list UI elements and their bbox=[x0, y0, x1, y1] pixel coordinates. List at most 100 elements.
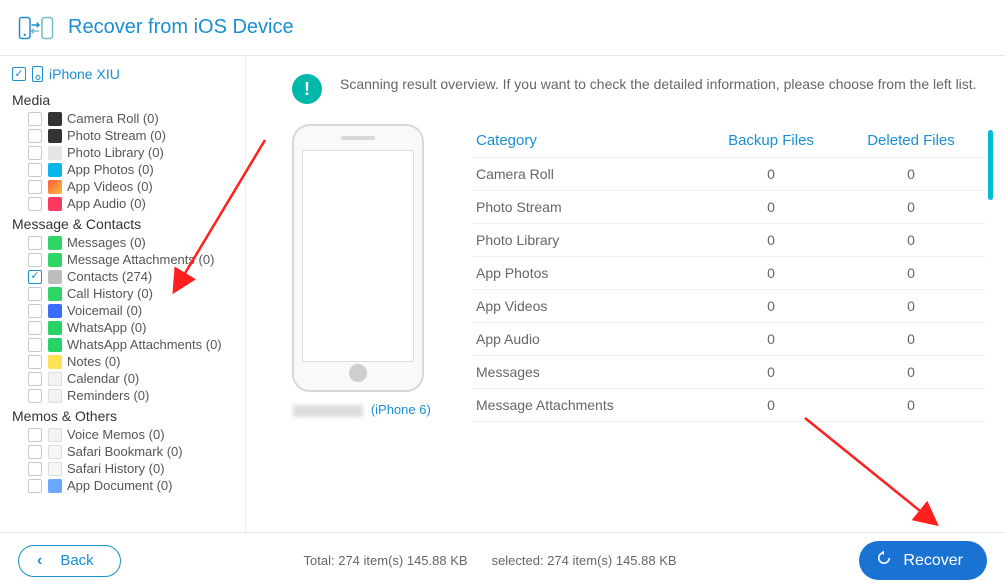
item-label: Notes (0) bbox=[67, 354, 120, 369]
item-checkbox[interactable] bbox=[28, 372, 42, 386]
refresh-icon bbox=[875, 549, 893, 572]
table-row[interactable]: Photo Stream00 bbox=[472, 191, 985, 224]
appaudio-icon bbox=[48, 197, 62, 211]
col-category: Category bbox=[476, 132, 701, 149]
item-checkbox[interactable] bbox=[28, 479, 42, 493]
sidebar-item-messages[interactable]: Messages (0) bbox=[12, 234, 239, 251]
cell: Photo Stream bbox=[476, 199, 701, 215]
shistory-icon bbox=[48, 462, 62, 476]
sidebar-item-voicemail[interactable]: Voicemail (0) bbox=[12, 302, 239, 319]
item-checkbox[interactable] bbox=[28, 338, 42, 352]
cell: App Videos bbox=[476, 298, 701, 314]
item-label: Voice Memos (0) bbox=[67, 427, 165, 442]
table-row[interactable]: App Photos00 bbox=[472, 257, 985, 290]
sidebar-item-appaudio[interactable]: App Audio (0) bbox=[12, 195, 239, 212]
appvideos-icon bbox=[48, 180, 62, 194]
phone-preview: (iPhone 6) bbox=[292, 124, 432, 422]
cell: 0 bbox=[701, 199, 841, 215]
appphotos-icon bbox=[48, 163, 62, 177]
table-row[interactable]: Message Attachments00 bbox=[472, 389, 985, 422]
item-label: Safari History (0) bbox=[67, 461, 165, 476]
appdoc-icon bbox=[48, 479, 62, 493]
item-checkbox[interactable] bbox=[28, 163, 42, 177]
sidebar-item-waattach[interactable]: WhatsApp Attachments (0) bbox=[12, 336, 239, 353]
overview-text: Scanning result overview. If you want to… bbox=[340, 74, 977, 95]
notes-icon bbox=[48, 355, 62, 369]
sidebar-item-callhist[interactable]: Call History (0) bbox=[12, 285, 239, 302]
sidebar-item-whatsapp[interactable]: WhatsApp (0) bbox=[12, 319, 239, 336]
sidebar-item-appdoc[interactable]: App Document (0) bbox=[12, 477, 239, 494]
cell: App Photos bbox=[476, 265, 701, 281]
item-checkbox[interactable] bbox=[28, 270, 42, 284]
sidebar-item-camera[interactable]: Camera Roll (0) bbox=[12, 110, 239, 127]
cell: 0 bbox=[841, 364, 981, 380]
whatsapp-icon bbox=[48, 321, 62, 335]
item-checkbox[interactable] bbox=[28, 112, 42, 126]
item-checkbox[interactable] bbox=[28, 129, 42, 143]
sidebar-item-reminders[interactable]: Reminders (0) bbox=[12, 387, 239, 404]
item-checkbox[interactable] bbox=[28, 304, 42, 318]
device-row[interactable]: iPhone XIU bbox=[12, 64, 239, 88]
sidebar: iPhone XIU MediaCamera Roll (0)Photo Str… bbox=[0, 56, 246, 532]
callhist-icon bbox=[48, 287, 62, 301]
sidebar-item-appvideos[interactable]: App Videos (0) bbox=[12, 178, 239, 195]
phone-label: (iPhone 6) bbox=[292, 402, 432, 417]
cell: 0 bbox=[841, 331, 981, 347]
photolib-icon bbox=[48, 146, 62, 160]
cell: 0 bbox=[841, 298, 981, 314]
item-checkbox[interactable] bbox=[28, 236, 42, 250]
back-button[interactable]: ‹ Back bbox=[18, 545, 121, 577]
table-row[interactable]: Messages00 bbox=[472, 356, 985, 389]
cell: Message Attachments bbox=[476, 397, 701, 413]
sbookmark-icon bbox=[48, 445, 62, 459]
item-checkbox[interactable] bbox=[28, 445, 42, 459]
cell: 0 bbox=[841, 166, 981, 182]
sidebar-item-sbookmark[interactable]: Safari Bookmark (0) bbox=[12, 443, 239, 460]
recover-button[interactable]: Recover bbox=[859, 541, 987, 580]
camera-icon bbox=[48, 112, 62, 126]
voicememos-icon bbox=[48, 428, 62, 442]
item-checkbox[interactable] bbox=[28, 355, 42, 369]
phone-icon bbox=[32, 66, 43, 82]
cell: 0 bbox=[841, 199, 981, 215]
category-table-wrap: Category Backup Files Deleted Files Came… bbox=[472, 124, 985, 422]
table-row[interactable]: App Videos00 bbox=[472, 290, 985, 323]
table-row[interactable]: Photo Library00 bbox=[472, 224, 985, 257]
table-row[interactable]: App Audio00 bbox=[472, 323, 985, 356]
item-checkbox[interactable] bbox=[28, 253, 42, 267]
device-checkbox[interactable] bbox=[12, 67, 26, 81]
recover-label: Recover bbox=[903, 552, 963, 570]
item-checkbox[interactable] bbox=[28, 462, 42, 476]
cell: 0 bbox=[841, 232, 981, 248]
item-label: Camera Roll (0) bbox=[67, 111, 159, 126]
item-checkbox[interactable] bbox=[28, 389, 42, 403]
item-checkbox[interactable] bbox=[28, 428, 42, 442]
sidebar-item-shistory[interactable]: Safari History (0) bbox=[12, 460, 239, 477]
item-checkbox[interactable] bbox=[28, 321, 42, 335]
main-area: iPhone XIU MediaCamera Roll (0)Photo Str… bbox=[0, 56, 1005, 532]
cell: Messages bbox=[476, 364, 701, 380]
item-checkbox[interactable] bbox=[28, 197, 42, 211]
table-row[interactable]: Camera Roll00 bbox=[472, 158, 985, 191]
item-label: Messages (0) bbox=[67, 235, 146, 250]
sidebar-item-photolib[interactable]: Photo Library (0) bbox=[12, 144, 239, 161]
sidebar-item-appphotos[interactable]: App Photos (0) bbox=[12, 161, 239, 178]
item-checkbox[interactable] bbox=[28, 146, 42, 160]
sidebar-item-calendar[interactable]: Calendar (0) bbox=[12, 370, 239, 387]
sidebar-item-msgattach[interactable]: Message Attachments (0) bbox=[12, 251, 239, 268]
item-checkbox[interactable] bbox=[28, 180, 42, 194]
scrollbar-thumb[interactable] bbox=[988, 130, 993, 200]
sidebar-item-notes[interactable]: Notes (0) bbox=[12, 353, 239, 370]
sidebar-item-voicememos[interactable]: Voice Memos (0) bbox=[12, 426, 239, 443]
calendar-icon bbox=[48, 372, 62, 386]
item-label: Photo Stream (0) bbox=[67, 128, 166, 143]
item-label: App Photos (0) bbox=[67, 162, 154, 177]
back-label: Back bbox=[60, 552, 93, 569]
sidebar-item-contacts[interactable]: Contacts (274) bbox=[12, 268, 239, 285]
cell: 0 bbox=[701, 298, 841, 314]
item-label: Safari Bookmark (0) bbox=[67, 444, 183, 459]
sidebar-item-photostream[interactable]: Photo Stream (0) bbox=[12, 127, 239, 144]
cell: 0 bbox=[841, 397, 981, 413]
info-icon: ! bbox=[292, 74, 322, 104]
item-checkbox[interactable] bbox=[28, 287, 42, 301]
